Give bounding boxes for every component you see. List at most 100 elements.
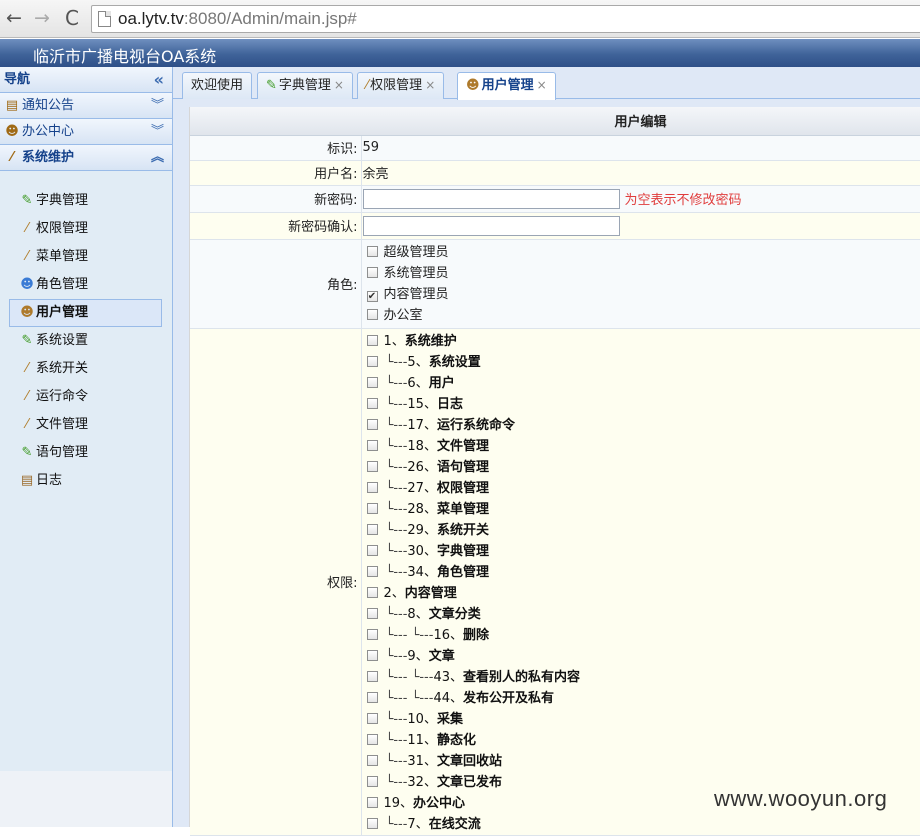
sidebar-item-users[interactable]: ☻用户管理 [9, 299, 162, 327]
permission-checkbox[interactable] [367, 356, 378, 367]
permission-item[interactable]: └---30、字典管理 [363, 541, 920, 562]
role-checkbox[interactable] [367, 267, 378, 278]
permission-item[interactable]: 2、内容管理 [363, 583, 920, 604]
tab-dictionary[interactable]: ✎字典管理× [257, 72, 353, 99]
sidebar-item-menus[interactable]: ⁄菜单管理 [9, 243, 162, 271]
collapse-icon[interactable]: « [154, 67, 164, 92]
role-option[interactable]: 办公室 [363, 305, 920, 326]
forward-arrow-icon[interactable]: → [31, 7, 53, 29]
permission-item[interactable]: └--- └---44、发布公开及私有 [363, 688, 920, 709]
sidebar-item-switches[interactable]: ⁄系统开关 [9, 355, 162, 383]
tab-welcome[interactable]: 欢迎使用 [182, 72, 252, 99]
tree-prefix: └--- [386, 754, 408, 769]
close-icon[interactable]: × [537, 78, 547, 92]
permission-checkbox[interactable] [367, 587, 378, 598]
permission-checkbox[interactable] [367, 461, 378, 472]
wand-icon: ⁄ [4, 145, 20, 170]
tab-users[interactable]: ☻用户管理× [457, 72, 556, 100]
permission-checkbox[interactable] [367, 797, 378, 808]
wand-icon: ⁄ [18, 355, 36, 383]
permission-checkbox[interactable] [367, 545, 378, 556]
permission-item[interactable]: └---34、角色管理 [363, 562, 920, 583]
permission-checkbox[interactable] [367, 692, 378, 703]
sidebar-item-settings[interactable]: ✎系统设置 [9, 327, 162, 355]
role-checkbox[interactable] [367, 291, 378, 302]
role-checkbox[interactable] [367, 246, 378, 257]
permission-checkbox[interactable] [367, 335, 378, 346]
permission-checkbox[interactable] [367, 524, 378, 535]
back-arrow-icon[interactable]: ← [3, 7, 25, 29]
sidebar-section-notices[interactable]: ▤通知公告 ︾ [0, 93, 172, 119]
sidebar-title: 导航 [4, 72, 30, 87]
permission-checkbox[interactable] [367, 566, 378, 577]
permission-checkbox[interactable] [367, 650, 378, 661]
permission-item[interactable]: └---28、菜单管理 [363, 499, 920, 520]
tab-permissions[interactable]: ⁄权限管理× [357, 72, 444, 99]
chevron-down-icon[interactable]: ︾ [151, 93, 164, 118]
chevron-up-icon[interactable]: ︽ [151, 145, 164, 170]
permission-label: 权限: [190, 328, 361, 835]
permission-number: 27、 [407, 481, 437, 496]
permission-checkbox[interactable] [367, 755, 378, 766]
permission-checkbox[interactable] [367, 440, 378, 451]
permission-checkbox[interactable] [367, 503, 378, 514]
tree-prefix: └--- [386, 607, 408, 622]
sidebar-item-commands[interactable]: ⁄运行命令 [9, 383, 162, 411]
permission-item[interactable]: └---5、系统设置 [363, 352, 920, 373]
sidebar-item-dictionary[interactable]: ✎字典管理 [9, 187, 162, 215]
permission-item[interactable]: └---15、日志 [363, 394, 920, 415]
permission-checkbox[interactable] [367, 377, 378, 388]
tab-label: 权限管理 [370, 78, 422, 93]
role-checkbox[interactable] [367, 309, 378, 320]
sidebar-item-files[interactable]: ⁄文件管理 [9, 411, 162, 439]
sidebar-item-roles[interactable]: ☻角色管理 [9, 271, 162, 299]
permission-item[interactable]: └---7、在线交流 [363, 814, 920, 835]
permission-item[interactable]: └---27、权限管理 [363, 478, 920, 499]
url-text[interactable]: oa.lytv.tv:8080/Admin/main.jsp# [118, 9, 357, 29]
permission-item[interactable]: └---8、文章分类 [363, 604, 920, 625]
wand-icon: ⁄ [18, 215, 36, 243]
close-icon[interactable]: × [425, 78, 435, 92]
confirm-password-input[interactable] [363, 216, 620, 236]
permission-item[interactable]: └--- └---16、删除 [363, 625, 920, 646]
permission-item[interactable]: └---11、静态化 [363, 730, 920, 751]
permission-checkbox[interactable] [367, 608, 378, 619]
permission-item[interactable]: └---29、系统开关 [363, 520, 920, 541]
close-icon[interactable]: × [334, 78, 344, 92]
new-password-input[interactable] [363, 189, 620, 209]
permission-item[interactable]: └---6、用户 [363, 373, 920, 394]
app-title: 临沂市广播电视台OA系统 [33, 43, 216, 67]
sidebar-section-office[interactable]: ☻办公中心 ︾ [0, 119, 172, 145]
permission-item[interactable]: └---18、文件管理 [363, 436, 920, 457]
sidebar-item-logs[interactable]: ▤日志 [9, 467, 162, 495]
role-option[interactable]: 超级管理员 [363, 242, 920, 263]
role-option[interactable]: 系统管理员 [363, 263, 920, 284]
sidebar-item-permissions[interactable]: ⁄权限管理 [9, 215, 162, 243]
tree-prefix: └--- [386, 544, 408, 559]
reload-icon[interactable]: C [61, 7, 83, 29]
permission-checkbox[interactable] [367, 734, 378, 745]
permission-item[interactable]: └---31、文章回收站 [363, 751, 920, 772]
permission-checkbox[interactable] [367, 398, 378, 409]
permission-item[interactable]: └---10、采集 [363, 709, 920, 730]
chevron-down-icon[interactable]: ︾ [151, 119, 164, 144]
permission-checkbox[interactable] [367, 776, 378, 787]
username-label: 用户名: [190, 160, 361, 185]
address-bar[interactable]: oa.lytv.tv:8080/Admin/main.jsp# [91, 5, 920, 33]
permission-item[interactable]: 1、系统维护 [363, 331, 920, 352]
sidebar-item-statements[interactable]: ✎语句管理 [9, 439, 162, 467]
sidebar-section-system[interactable]: ⁄系统维护 ︽ [0, 145, 172, 171]
permission-checkbox[interactable] [367, 419, 378, 430]
role-option[interactable]: 内容管理员 [363, 284, 920, 305]
permission-item[interactable]: └--- └---43、查看别人的私有内容 [363, 667, 920, 688]
permission-name: 系统维护 [405, 334, 457, 349]
permission-item[interactable]: └---9、文章 [363, 646, 920, 667]
permission-checkbox[interactable] [367, 671, 378, 682]
tree-prefix: └--- [386, 376, 408, 391]
permission-item[interactable]: └---17、运行系统命令 [363, 415, 920, 436]
permission-checkbox[interactable] [367, 713, 378, 724]
permission-checkbox[interactable] [367, 629, 378, 640]
role-label: 角色: [190, 239, 361, 328]
permission-item[interactable]: └---26、语句管理 [363, 457, 920, 478]
permission-checkbox[interactable] [367, 482, 378, 493]
